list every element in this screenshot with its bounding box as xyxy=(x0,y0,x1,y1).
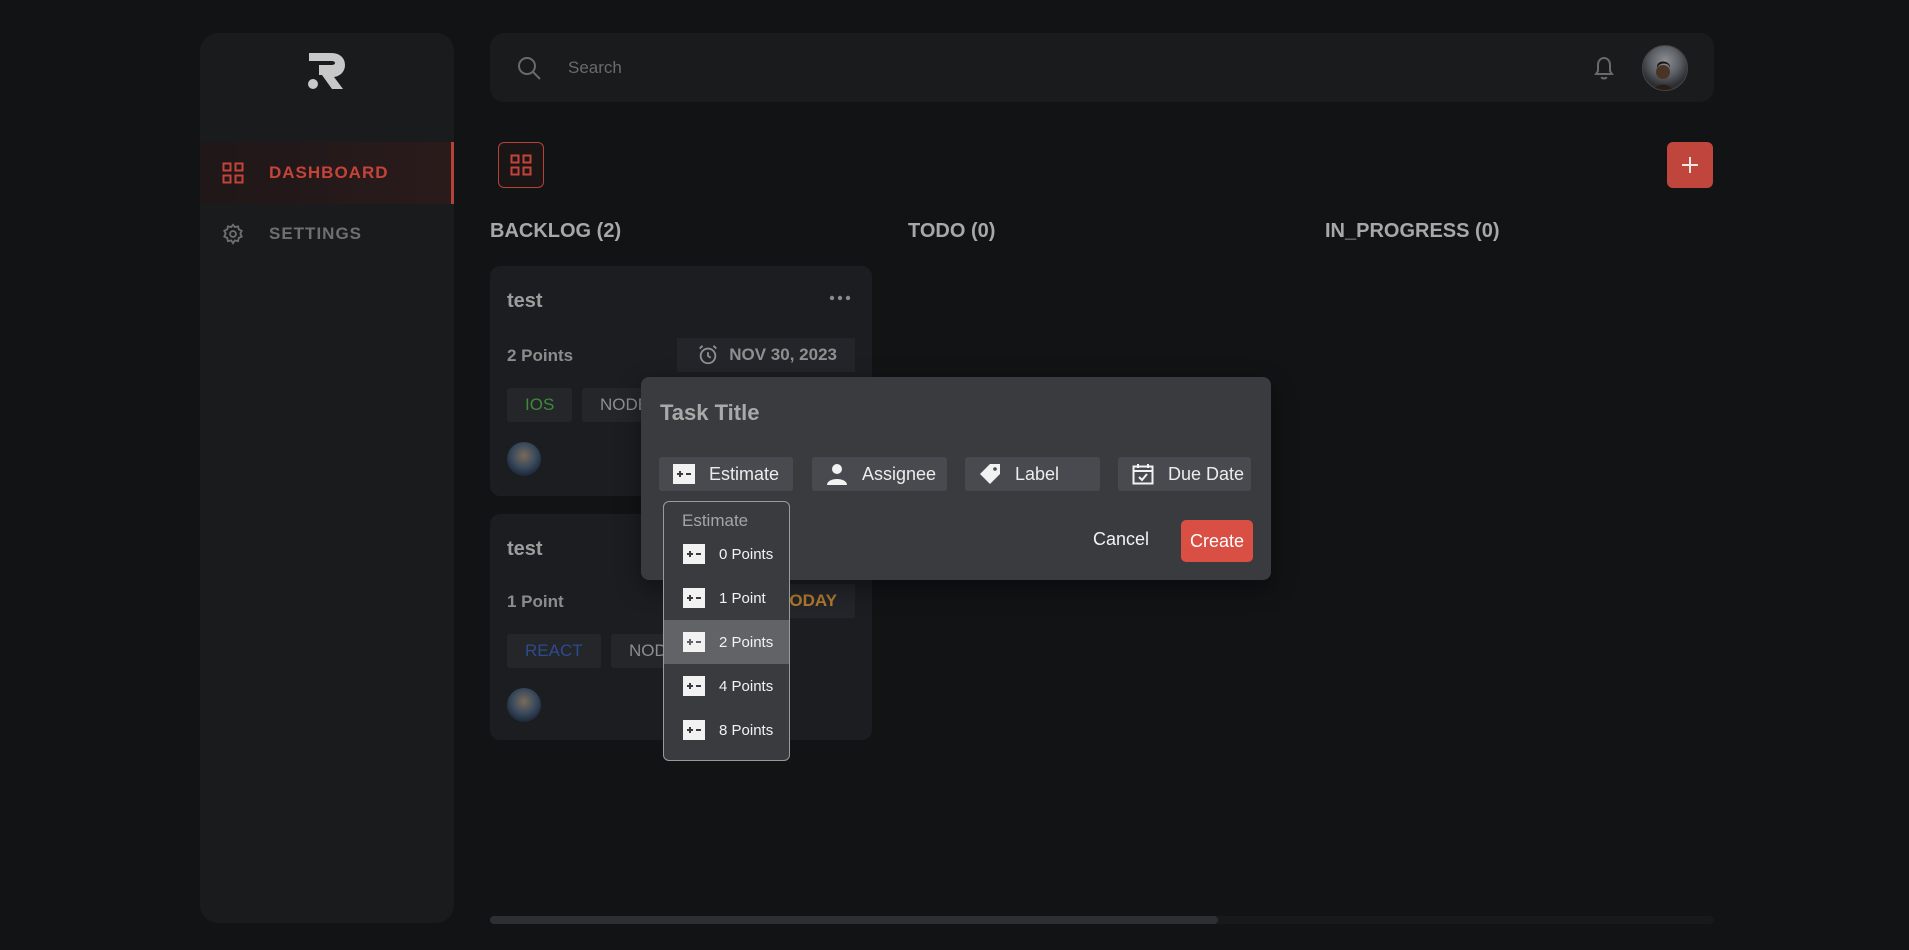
option-label: 0 Points xyxy=(719,545,774,563)
card-points: 1 Point xyxy=(507,592,564,611)
dropdown-header: Estimate xyxy=(682,511,749,530)
plus-minus-icon xyxy=(673,463,695,485)
estimate-option-8[interactable]: 8 Points xyxy=(664,708,789,752)
due-date-button[interactable]: Due Date xyxy=(1118,457,1251,491)
plus-minus-icon xyxy=(683,544,705,564)
gear-icon xyxy=(222,223,244,245)
logo xyxy=(308,53,345,89)
due-date-label: Due Date xyxy=(1168,463,1245,484)
plus-icon xyxy=(1682,157,1698,173)
card-title: test xyxy=(507,538,543,560)
column-title-in-progress: IN_PROGRESS (0) xyxy=(1325,220,1500,242)
sidebar: DASHBOARD SETTINGS xyxy=(200,33,454,923)
due-date-chip: NOV 30, 2023 xyxy=(677,338,855,372)
plus-minus-icon xyxy=(683,632,705,652)
bell-icon[interactable] xyxy=(1591,54,1617,82)
estimate-option-2[interactable]: 2 Points xyxy=(664,620,789,664)
tag-react: REACT xyxy=(507,634,601,668)
estimate-dropdown: Estimate 0 Points 1 Point 2 Points 4 Poi… xyxy=(663,501,790,761)
plus-minus-icon xyxy=(683,588,705,608)
sidebar-item-dashboard[interactable]: DASHBOARD xyxy=(200,142,454,204)
assignee-avatar xyxy=(507,442,541,476)
card-points: 2 Points xyxy=(507,346,574,365)
tag-ios: IOS xyxy=(507,388,573,422)
add-task-button[interactable] xyxy=(1667,142,1713,188)
plus-minus-icon xyxy=(683,676,705,696)
plus-minus-icon xyxy=(683,720,705,740)
due-date-text: NOV 30, 2023 xyxy=(729,345,837,364)
estimate-label: Estimate xyxy=(709,463,780,484)
avatar[interactable] xyxy=(1642,45,1688,91)
user-icon xyxy=(826,463,848,485)
create-button[interactable]: Create xyxy=(1181,520,1253,562)
option-label: 1 Point xyxy=(719,589,766,607)
grid-icon xyxy=(222,162,244,184)
column-title-todo: TODO (0) xyxy=(908,220,996,242)
grid-icon xyxy=(510,154,532,176)
option-label: 8 Points xyxy=(719,721,774,739)
label-label: Label xyxy=(1015,463,1060,484)
topbar xyxy=(490,33,1714,102)
horizontal-scrollbar[interactable] xyxy=(490,916,1714,924)
more-icon[interactable] xyxy=(828,294,852,302)
assignee-label: Assignee xyxy=(862,463,937,484)
assignee-button[interactable]: Assignee xyxy=(812,457,947,491)
cancel-button[interactable]: Cancel xyxy=(1081,520,1161,558)
column-title-backlog: BACKLOG (2) xyxy=(490,220,622,242)
option-label: 2 Points xyxy=(719,633,774,651)
scrollbar-thumb[interactable] xyxy=(490,916,1218,924)
search-icon xyxy=(518,57,541,80)
alarm-clock-icon xyxy=(699,345,718,365)
estimate-option-1[interactable]: 1 Point xyxy=(664,576,789,620)
tag-icon xyxy=(979,463,1001,485)
option-label: 4 Points xyxy=(719,677,774,695)
task-title-input[interactable] xyxy=(660,397,1160,429)
search-input[interactable] xyxy=(568,51,1168,85)
calendar-icon xyxy=(1132,463,1154,485)
estimate-option-0[interactable]: 0 Points xyxy=(664,532,789,576)
label-button[interactable]: Label xyxy=(965,457,1100,491)
estimate-option-4[interactable]: 4 Points xyxy=(664,664,789,708)
board-view-toggle[interactable] xyxy=(498,142,544,188)
estimate-button[interactable]: Estimate xyxy=(659,457,793,491)
sidebar-item-label: DASHBOARD xyxy=(269,163,389,182)
card-title: test xyxy=(507,290,543,312)
assignee-avatar xyxy=(507,688,541,722)
sidebar-item-settings[interactable]: SETTINGS xyxy=(200,203,454,265)
sidebar-item-label: SETTINGS xyxy=(269,224,363,243)
